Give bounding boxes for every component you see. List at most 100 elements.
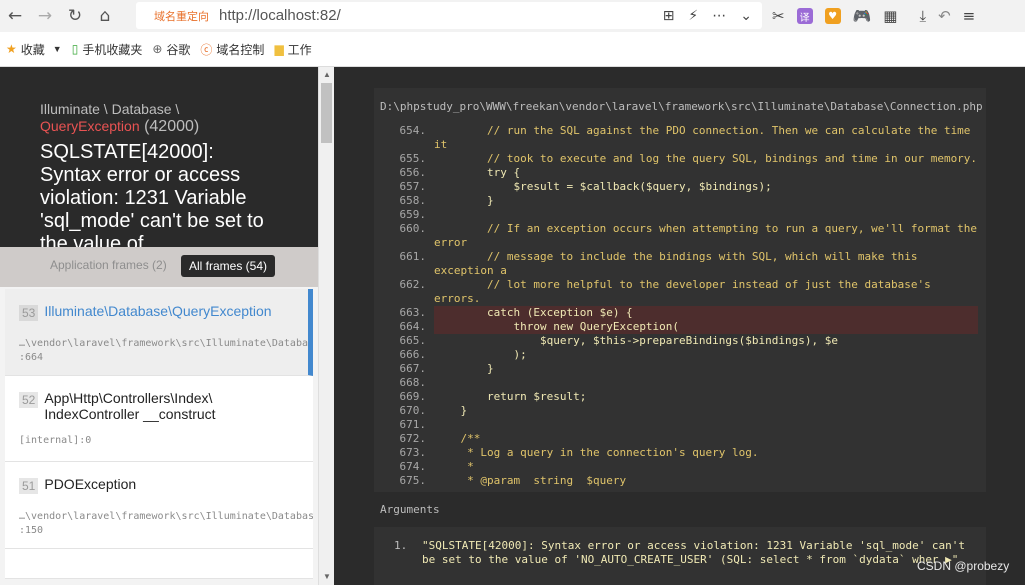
- code-line: 674. *: [374, 460, 986, 474]
- star-icon: ★: [6, 42, 17, 56]
- line-number: 661.: [399, 250, 427, 263]
- line-number: 667.: [399, 362, 427, 375]
- code-line: 666. );: [374, 348, 986, 362]
- code-panel: D:\phpstudy_pro\WWW\freekan\vendor\larav…: [334, 67, 1025, 585]
- exception-class: QueryException: [40, 118, 140, 134]
- translate-icon[interactable]: ⊞: [663, 8, 675, 24]
- frame-class: Illuminate\Database\QueryException: [44, 303, 272, 319]
- frame-item-52[interactable]: 52 App\Http\Controllers\Index\ IndexCont…: [5, 376, 313, 462]
- line-number: 670.: [399, 404, 427, 417]
- exception-code: (42000): [144, 118, 200, 135]
- line-code: // took to execute and log the query SQL…: [434, 152, 978, 165]
- globe-icon: ⊕: [152, 42, 163, 56]
- frame-item-51[interactable]: 51 PDOException …\vendor\laravel\framewo…: [5, 462, 313, 549]
- frame-index: 53: [19, 305, 39, 321]
- exception-namespace: Illuminate \ Database \: [40, 101, 180, 117]
- bookmark-google[interactable]: ⊕ 谷歌: [152, 41, 190, 58]
- undo-icon[interactable]: ↶: [938, 7, 951, 25]
- gamepad-icon[interactable]: 🎮: [853, 7, 872, 25]
- line-code: // If an exception occurs when attemptin…: [434, 222, 984, 249]
- line-number: 672.: [399, 432, 427, 445]
- exception-message: SQLSTATE[42000]: Syntax error or access …: [40, 141, 264, 247]
- arguments-label: Arguments: [380, 503, 440, 516]
- frame-index: 52: [19, 392, 39, 408]
- code-line: 659.: [374, 208, 986, 222]
- chevron-down-icon[interactable]: ⌄: [740, 8, 752, 24]
- bookmark-favorites[interactable]: ★ 收藏 ▼: [6, 41, 62, 58]
- code-line: 670. }: [374, 404, 986, 418]
- argument-number: 1.: [394, 539, 408, 552]
- line-code: // message to include the bindings with …: [434, 250, 925, 277]
- menu-icon[interactable]: ≡: [963, 7, 976, 25]
- code-line: 662. // lot more helpful to the develope…: [374, 278, 986, 306]
- tab-all-frames[interactable]: All frames (54): [181, 255, 276, 277]
- scissors-icon[interactable]: ✂: [772, 7, 785, 25]
- code-line: 664. throw new QueryException(: [374, 320, 986, 334]
- scroll-up-icon[interactable]: ▲: [323, 70, 331, 79]
- translate-extension-icon[interactable]: 译: [796, 8, 813, 24]
- line-number: 673.: [399, 446, 427, 459]
- bookmark-domain[interactable]: ⓒ 域名控制: [200, 41, 264, 58]
- frames-list: 53 Illuminate\Database\QueryException …\…: [5, 289, 313, 579]
- reload-icon[interactable]: ↻: [60, 1, 90, 31]
- line-code: try {: [434, 166, 521, 179]
- code-lines: 654. // run the SQL against the PDO conn…: [374, 124, 986, 488]
- frame-item-next[interactable]: [5, 549, 313, 579]
- line-number: 663.: [399, 306, 427, 319]
- apps-grid-icon[interactable]: ▦: [883, 7, 897, 25]
- bookmark-work[interactable]: ▆ 工作: [274, 41, 311, 58]
- line-code: return $result;: [434, 390, 587, 403]
- shield-icon[interactable]: ♥: [824, 8, 841, 24]
- frame-class: PDOException: [44, 476, 137, 492]
- line-number: 654.: [399, 124, 427, 137]
- lightning-icon[interactable]: ⚡: [688, 8, 698, 24]
- domain-icon: ⓒ: [200, 42, 213, 57]
- line-number: 674.: [399, 460, 427, 473]
- download-icon[interactable]: ⤓: [919, 7, 926, 25]
- frame-line: :150: [19, 525, 44, 536]
- dropdown-icon[interactable]: ▼: [53, 44, 62, 54]
- address-bar[interactable]: 域名重定向 http://localhost:82/ ⊞ ⚡ ⋯ ⌄: [136, 2, 762, 29]
- line-code: catch (Exception $e) {: [434, 306, 978, 320]
- scroll-thumb[interactable]: [321, 83, 332, 143]
- back-icon[interactable]: ←: [0, 1, 30, 31]
- line-number: 656.: [399, 166, 427, 179]
- browser-toolbar: ← → ↻ ⌂ 域名重定向 http://localhost:82/ ⊞ ⚡ ⋯…: [0, 0, 1025, 32]
- line-number: 675.: [399, 474, 427, 487]
- frame-item-53[interactable]: 53 Illuminate\Database\QueryException …\…: [5, 289, 313, 376]
- forward-icon[interactable]: →: [30, 1, 60, 31]
- line-number: 664.: [399, 320, 427, 333]
- bookmark-mobile[interactable]: ▯ 手机收藏夹: [72, 41, 143, 58]
- line-number: 666.: [399, 348, 427, 361]
- code-line: 669. return $result;: [374, 390, 986, 404]
- line-code: );: [434, 348, 527, 361]
- line-number: 660.: [399, 222, 427, 235]
- code-line: 663. catch (Exception $e) {: [374, 306, 986, 320]
- exception-class-line: QueryException (42000): [40, 118, 278, 136]
- frame-class: App\Http\Controllers\Index\ IndexControl…: [44, 390, 216, 422]
- code-viewer: D:\phpstudy_pro\WWW\freekan\vendor\larav…: [374, 88, 986, 492]
- tab-application-frames[interactable]: Application frames (2): [50, 258, 167, 272]
- line-code: // lot more helpful to the developer ins…: [434, 278, 938, 305]
- code-line: 660. // If an exception occurs when atte…: [374, 222, 986, 250]
- code-line: 661. // message to include the bindings …: [374, 250, 986, 278]
- code-line: 658. }: [374, 194, 986, 208]
- left-scrollbar[interactable]: ▲ ▼: [318, 67, 334, 585]
- code-line: 654. // run the SQL against the PDO conn…: [374, 124, 986, 152]
- line-number: 665.: [399, 334, 427, 347]
- url-tag: 域名重定向: [154, 10, 209, 23]
- line-code: * Log a query in the connection's query …: [434, 446, 759, 459]
- stack-panel: Illuminate \ Database \ QueryException (…: [0, 67, 318, 585]
- folder-icon: ▆: [274, 42, 284, 56]
- code-line: 673. * Log a query in the connection's q…: [374, 446, 986, 460]
- url-text[interactable]: http://localhost:82/: [219, 7, 341, 24]
- scroll-down-icon[interactable]: ▼: [323, 572, 331, 581]
- code-line: 657. $result = $callback($query, $bindin…: [374, 180, 986, 194]
- line-code: /**: [434, 432, 481, 445]
- home-icon[interactable]: ⌂: [90, 1, 120, 31]
- line-code: $result = $callback($query, $bindings);: [434, 180, 772, 193]
- more-icon[interactable]: ⋯: [712, 8, 726, 24]
- line-number: 655.: [399, 152, 427, 165]
- line-number: 657.: [399, 180, 427, 193]
